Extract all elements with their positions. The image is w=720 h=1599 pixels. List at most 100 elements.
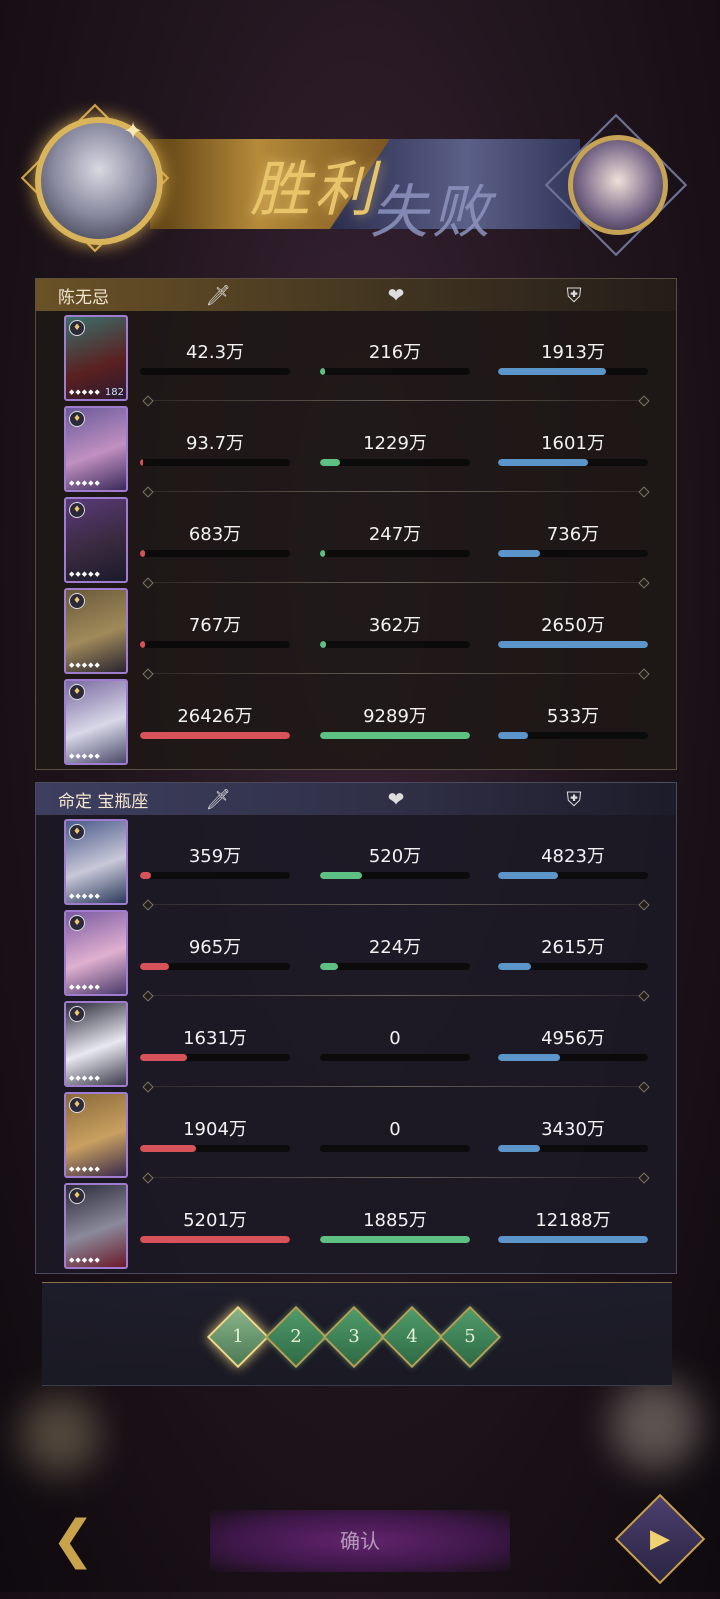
defense-stat-bar	[498, 550, 648, 557]
faction-icon: ♦	[69, 320, 85, 336]
defense-stat-bar	[498, 1145, 648, 1152]
hero-row: ♦ ◆◆◆◆◆ 26426万 9289万 533万	[36, 675, 676, 767]
defense-stat-bar	[498, 732, 648, 739]
team-panel-winner: 陈无忌 🗡 ❤ ⛨ ♦ ◆◆◆◆◆ 182 42.3万 216万 1913万 ♦ ◆◆◆◆◆ 9…	[35, 278, 677, 770]
round-tab-2[interactable]: 2	[264, 1305, 328, 1369]
star-rating-icon: ◆◆◆◆◆	[69, 1256, 101, 1264]
victory-text: 胜利	[250, 155, 378, 225]
player-name: 命定 宝瓶座	[58, 792, 149, 812]
defense-stat-bar	[498, 459, 648, 466]
shield-icon: ⛨	[566, 787, 582, 811]
defense-stat-value: 12188万	[535, 1210, 611, 1231]
panel-header: 陈无忌 🗡 ❤ ⛨	[36, 279, 676, 311]
defense-stat: 3430万	[498, 1118, 648, 1152]
defense-stat: 2615万	[498, 936, 648, 970]
hero-card[interactable]: ♦ ◆◆◆◆◆	[64, 679, 128, 765]
defense-stat: 4956万	[498, 1027, 648, 1061]
heal-stat: 1885万	[320, 1209, 470, 1243]
sword-icon: 🗡	[205, 787, 231, 811]
defense-stat-value: 4823万	[541, 846, 605, 867]
attack-stat-bar	[140, 1145, 290, 1152]
hero-card[interactable]: ♦ ◆◆◆◆◆	[64, 406, 128, 492]
defense-stat-bar	[498, 1236, 648, 1243]
heal-stat-value: 1229万	[363, 433, 427, 454]
hero-card[interactable]: ♦ ◆◆◆◆◆	[64, 1092, 128, 1178]
row-divider	[146, 904, 646, 905]
hero-card[interactable]: ♦ ◆◆◆◆◆	[64, 819, 128, 905]
attack-stat: 683万	[140, 523, 290, 557]
attack-stat-bar	[140, 963, 290, 970]
attack-stat: 5201万	[140, 1209, 290, 1243]
defense-stat: 12188万	[498, 1209, 648, 1243]
attack-stat-bar-fill	[140, 550, 145, 557]
attack-stat: 42.3万	[140, 341, 290, 375]
round-tabs: 1 2 3 4 5	[42, 1282, 672, 1386]
hero-card[interactable]: ♦ ◆◆◆◆◆ 182	[64, 315, 128, 401]
attack-stat-bar-fill	[140, 732, 290, 739]
faction-icon: ♦	[69, 915, 85, 931]
row-divider	[146, 1177, 646, 1178]
back-button[interactable]: ❮	[38, 1508, 108, 1572]
heal-stat: 0	[320, 1027, 470, 1061]
attack-stat-bar	[140, 368, 290, 375]
attack-stat-bar-fill	[140, 1054, 187, 1061]
defeat-text: 失败	[370, 178, 495, 246]
star-rating-icon: ◆◆◆◆◆	[69, 892, 101, 900]
defense-stat-bar	[498, 368, 648, 375]
tab-label: 3	[348, 1326, 360, 1347]
heal-stat-bar-fill	[320, 963, 338, 970]
hero-card[interactable]: ♦ ◆◆◆◆◆	[64, 1183, 128, 1269]
hero-row: ♦ ◆◆◆◆◆ 93.7万 1229万 1601万	[36, 402, 676, 494]
heal-stat-bar	[320, 368, 470, 375]
faction-icon: ♦	[69, 593, 85, 609]
round-tab-4[interactable]: 4	[380, 1305, 444, 1369]
defense-stat-bar-fill	[498, 732, 528, 739]
hero-row: ♦ ◆◆◆◆◆ 359万 520万 4823万	[36, 815, 676, 907]
defense-stat-bar	[498, 641, 648, 648]
defense-stat-value: 2615万	[541, 937, 605, 958]
defense-stat-value: 3430万	[541, 1119, 605, 1140]
sword-icon: 🗡	[205, 283, 231, 307]
heal-stat-bar	[320, 872, 470, 879]
heal-stat-value: 216万	[368, 342, 422, 363]
result-banner: 失败 胜利 ✦	[0, 103, 720, 265]
attack-stat-bar	[140, 872, 290, 879]
hero-card[interactable]: ♦ ◆◆◆◆◆	[64, 1001, 128, 1087]
shield-icon: ⛨	[566, 283, 582, 307]
row-divider	[146, 673, 646, 674]
round-tab-1[interactable]: 1	[206, 1305, 270, 1369]
defense-stat-value: 1601万	[541, 433, 605, 454]
heal-stat-value: 0	[389, 1119, 401, 1140]
attack-stat: 359万	[140, 845, 290, 879]
defense-stat-bar-fill	[498, 1145, 540, 1152]
background-glow	[20, 1395, 100, 1475]
faction-icon: ♦	[69, 1097, 85, 1113]
heal-stat-bar-fill	[320, 872, 362, 879]
defense-stat-bar-fill	[498, 963, 531, 970]
loser-avatar[interactable]	[568, 135, 668, 235]
row-divider	[146, 491, 646, 492]
hero-card[interactable]: ♦ ◆◆◆◆◆	[64, 497, 128, 583]
defense-stat-bar-fill	[498, 1054, 560, 1061]
hero-card[interactable]: ♦ ◆◆◆◆◆	[64, 588, 128, 674]
defense-stat-bar-fill	[498, 550, 540, 557]
faction-icon: ♦	[69, 1188, 85, 1204]
defense-stat-bar-fill	[498, 872, 558, 879]
round-tab-3[interactable]: 3	[322, 1305, 386, 1369]
faction-icon: ♦	[69, 684, 85, 700]
round-tab-5[interactable]: 5	[438, 1305, 502, 1369]
defense-stat-value: 533万	[546, 706, 600, 727]
replay-button[interactable]: ▶	[614, 1493, 706, 1585]
winner-avatar[interactable]: ✦	[35, 117, 163, 245]
defense-stat-bar-fill	[498, 1236, 648, 1243]
hero-card[interactable]: ♦ ◆◆◆◆◆	[64, 910, 128, 996]
background-glow	[610, 1380, 700, 1470]
attack-stat-value: 767万	[188, 615, 242, 636]
attack-stat: 93.7万	[140, 432, 290, 466]
hero-row: ♦ ◆◆◆◆◆ 1904万 0 3430万	[36, 1088, 676, 1180]
attack-stat-bar	[140, 1236, 290, 1243]
defense-stat: 1601万	[498, 432, 648, 466]
attack-stat-value: 26426万	[177, 706, 253, 727]
confirm-button[interactable]: 确认	[210, 1510, 510, 1572]
attack-stat: 1904万	[140, 1118, 290, 1152]
